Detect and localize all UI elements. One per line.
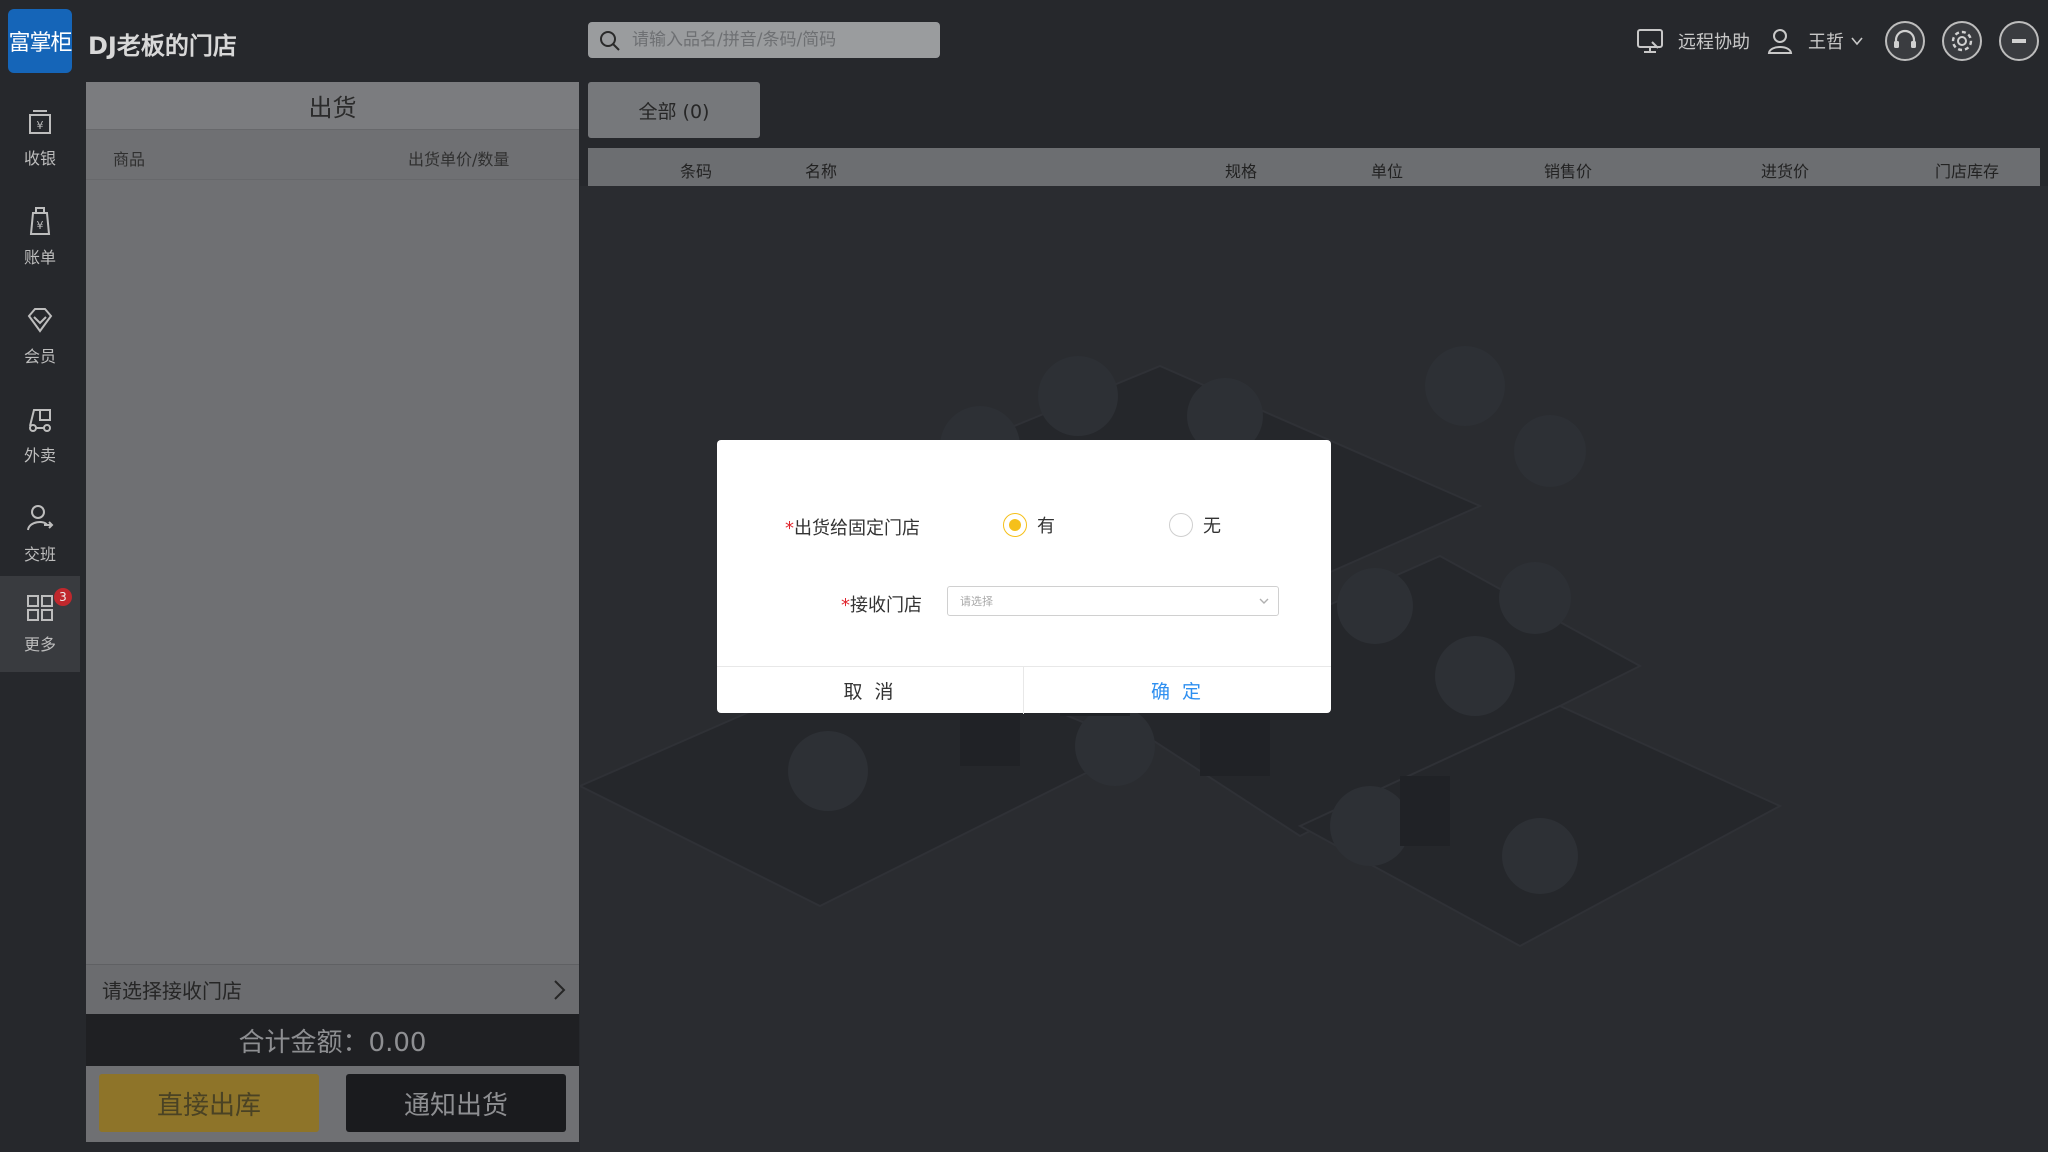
sidebar-item-shift[interactable]: 交班 (0, 486, 80, 582)
remote-assist-button[interactable]: 远程协助 (1636, 0, 1750, 82)
customer-service-button[interactable] (1885, 21, 1925, 61)
select-placeholder: 请选择 (960, 595, 993, 608)
cancel-button[interactable]: 取 消 (717, 667, 1024, 714)
panel-columns: 商品 出货单价/数量 (86, 130, 579, 180)
direct-outbound-button[interactable]: 直接出库 (99, 1074, 319, 1132)
user-icon (1766, 27, 1794, 55)
grid-icon (25, 593, 55, 631)
svg-text:¥: ¥ (37, 119, 44, 132)
column-store-stock: 门店库存 (1934, 162, 2000, 181)
column-sale-price: 销售价 (1543, 162, 1593, 181)
radio-yes-label: 有 (1037, 516, 1055, 537)
app-logo: 富掌柜 (8, 9, 73, 73)
sidebar-item-member[interactable]: 会员 (0, 288, 80, 384)
sidebar-item-label: 更多 (23, 635, 56, 654)
search-input[interactable] (632, 26, 932, 54)
notification-badge: 3 (54, 588, 72, 606)
sidebar-item-bill[interactable]: ¥ 账单 (0, 189, 80, 285)
bill-icon: ¥ (25, 206, 55, 244)
shipment-panel: 出货 商品 出货单价/数量 请选择接收门店 合计金额：0.00 直接出库 通知出… (86, 82, 579, 1142)
user-menu[interactable]: 王哲 (1766, 0, 1864, 82)
column-product: 商品 (113, 150, 146, 169)
sidebar-item-label: 外卖 (23, 446, 56, 465)
column-purchase-price: 进货价 (1760, 162, 1810, 181)
panel-title: 出货 (86, 82, 579, 130)
required-mark: * (841, 595, 850, 616)
fixed-store-label-text: 出货给固定门店 (794, 518, 920, 539)
radio-no-indicator[interactable] (1169, 513, 1193, 537)
chevron-down-icon (1258, 595, 1270, 610)
receive-store-field-label-text: 接收门店 (850, 595, 922, 616)
total-amount: 合计金额：0.00 (86, 1014, 579, 1066)
delivery-icon (25, 404, 55, 442)
user-name: 王哲 (1808, 32, 1844, 53)
receive-store-field-label: *接收门店 (841, 591, 922, 617)
receive-store-selector[interactable]: 请选择接收门店 (86, 964, 579, 1014)
radio-yes[interactable]: 有 (1003, 512, 1055, 538)
sidebar-item-label: 会员 (23, 347, 56, 366)
gear-icon (1949, 28, 1975, 54)
sidebar-item-label: 交班 (23, 545, 56, 564)
receive-store-select[interactable]: 请选择 (947, 586, 1279, 616)
confirm-button[interactable]: 确 定 (1024, 667, 1331, 714)
monitor-icon (1636, 27, 1664, 55)
search-icon (598, 29, 622, 57)
fixed-store-label: *出货给固定门店 (785, 514, 920, 540)
radio-yes-indicator[interactable] (1003, 513, 1027, 537)
sidebar-item-delivery[interactable]: 外卖 (0, 387, 80, 483)
receive-store-label: 请选择接收门店 (102, 979, 242, 1003)
radio-no[interactable]: 无 (1169, 512, 1221, 538)
chevron-right-icon (549, 979, 569, 1006)
column-spec: 规格 (1224, 162, 1258, 181)
tab-all[interactable]: 全部 (0) (588, 82, 760, 138)
sidebar-item-cashier[interactable]: ¥ 收银 (0, 90, 80, 186)
product-table-header: 条码 名称 规格 单位 销售价 进货价 门店库存 (588, 148, 2040, 186)
search-box[interactable] (588, 22, 940, 58)
notify-shipment-button[interactable]: 通知出货 (346, 1074, 566, 1132)
minimize-button[interactable] (1999, 21, 2039, 61)
sidebar-item-label: 收银 (23, 149, 56, 168)
top-bar: 富掌柜 DJ老板的门店 远程协助 王哲 (0, 0, 2048, 82)
shift-user-icon (25, 503, 55, 541)
required-mark: * (785, 518, 794, 539)
store-title: DJ老板的门店 (88, 32, 237, 60)
radio-no-label: 无 (1203, 516, 1221, 537)
cash-register-icon: ¥ (25, 107, 55, 145)
svg-text:¥: ¥ (37, 219, 44, 232)
column-barcode: 条码 (679, 162, 713, 181)
headset-icon (1892, 28, 1918, 54)
settings-button[interactable] (1942, 21, 1982, 61)
diamond-icon (25, 305, 55, 343)
column-unit: 单位 (1370, 162, 1404, 181)
sidebar-item-label: 账单 (23, 248, 56, 267)
dialog-footer: 取 消 确 定 (717, 666, 1331, 714)
chevron-down-icon (1850, 34, 1864, 48)
column-name: 名称 (804, 162, 838, 181)
side-nav: ¥ 收银 ¥ 账单 会员 外卖 交班 更多 3 (0, 82, 80, 1152)
minus-icon (2008, 30, 2030, 52)
column-price-qty: 出货单价/数量 (408, 150, 510, 169)
remote-assist-label: 远程协助 (1678, 32, 1750, 53)
shipment-store-dialog: *出货给固定门店 有 无 *接收门店 请选择 取 消 确 定 (717, 440, 1331, 714)
sidebar-item-more[interactable]: 更多 3 (0, 576, 80, 672)
